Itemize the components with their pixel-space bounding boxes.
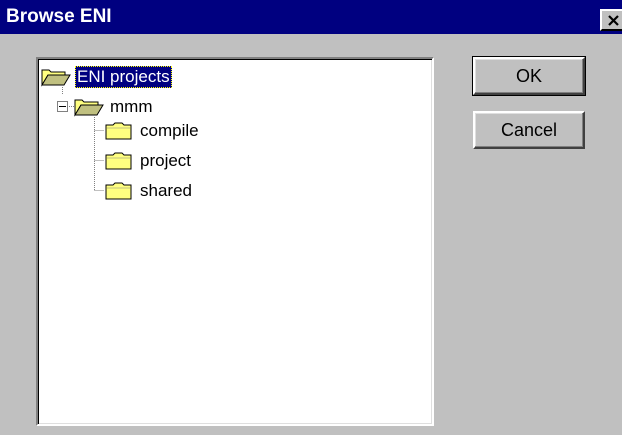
folder-icon — [105, 152, 132, 170]
folder-tree[interactable]: ENI projects mmm compile project shared — [36, 57, 434, 426]
open-folder-icon — [74, 99, 104, 117]
window-title: Browse ENI — [6, 6, 112, 27]
browse-eni-dialog: Browse ENI ENI projects mmm compile proj… — [0, 0, 622, 435]
tree-node-label: project — [140, 151, 192, 170]
tree-node-shared[interactable]: shared — [104, 179, 194, 203]
close-button[interactable] — [600, 9, 622, 31]
tree-node-project[interactable]: project — [104, 149, 193, 173]
cancel-button[interactable]: Cancel — [473, 111, 585, 149]
title-bar[interactable]: Browse ENI — [0, 0, 622, 34]
open-folder-icon — [41, 69, 71, 87]
ok-button[interactable]: OK — [472, 56, 586, 96]
tree-node-label: mmm — [110, 97, 153, 116]
collapse-toggle[interactable] — [57, 101, 68, 112]
tree-node-label: compile — [140, 121, 199, 140]
folder-icon — [105, 182, 132, 200]
tree-node-label: ENI projects — [75, 66, 172, 88]
tree-node-mmm[interactable]: mmm — [74, 95, 154, 119]
tree-node-eni-projects[interactable]: ENI projects — [41, 65, 172, 89]
tree-node-label: shared — [140, 181, 192, 200]
tree-node-compile[interactable]: compile — [104, 119, 201, 143]
close-icon — [608, 15, 619, 26]
folder-icon — [105, 122, 132, 140]
